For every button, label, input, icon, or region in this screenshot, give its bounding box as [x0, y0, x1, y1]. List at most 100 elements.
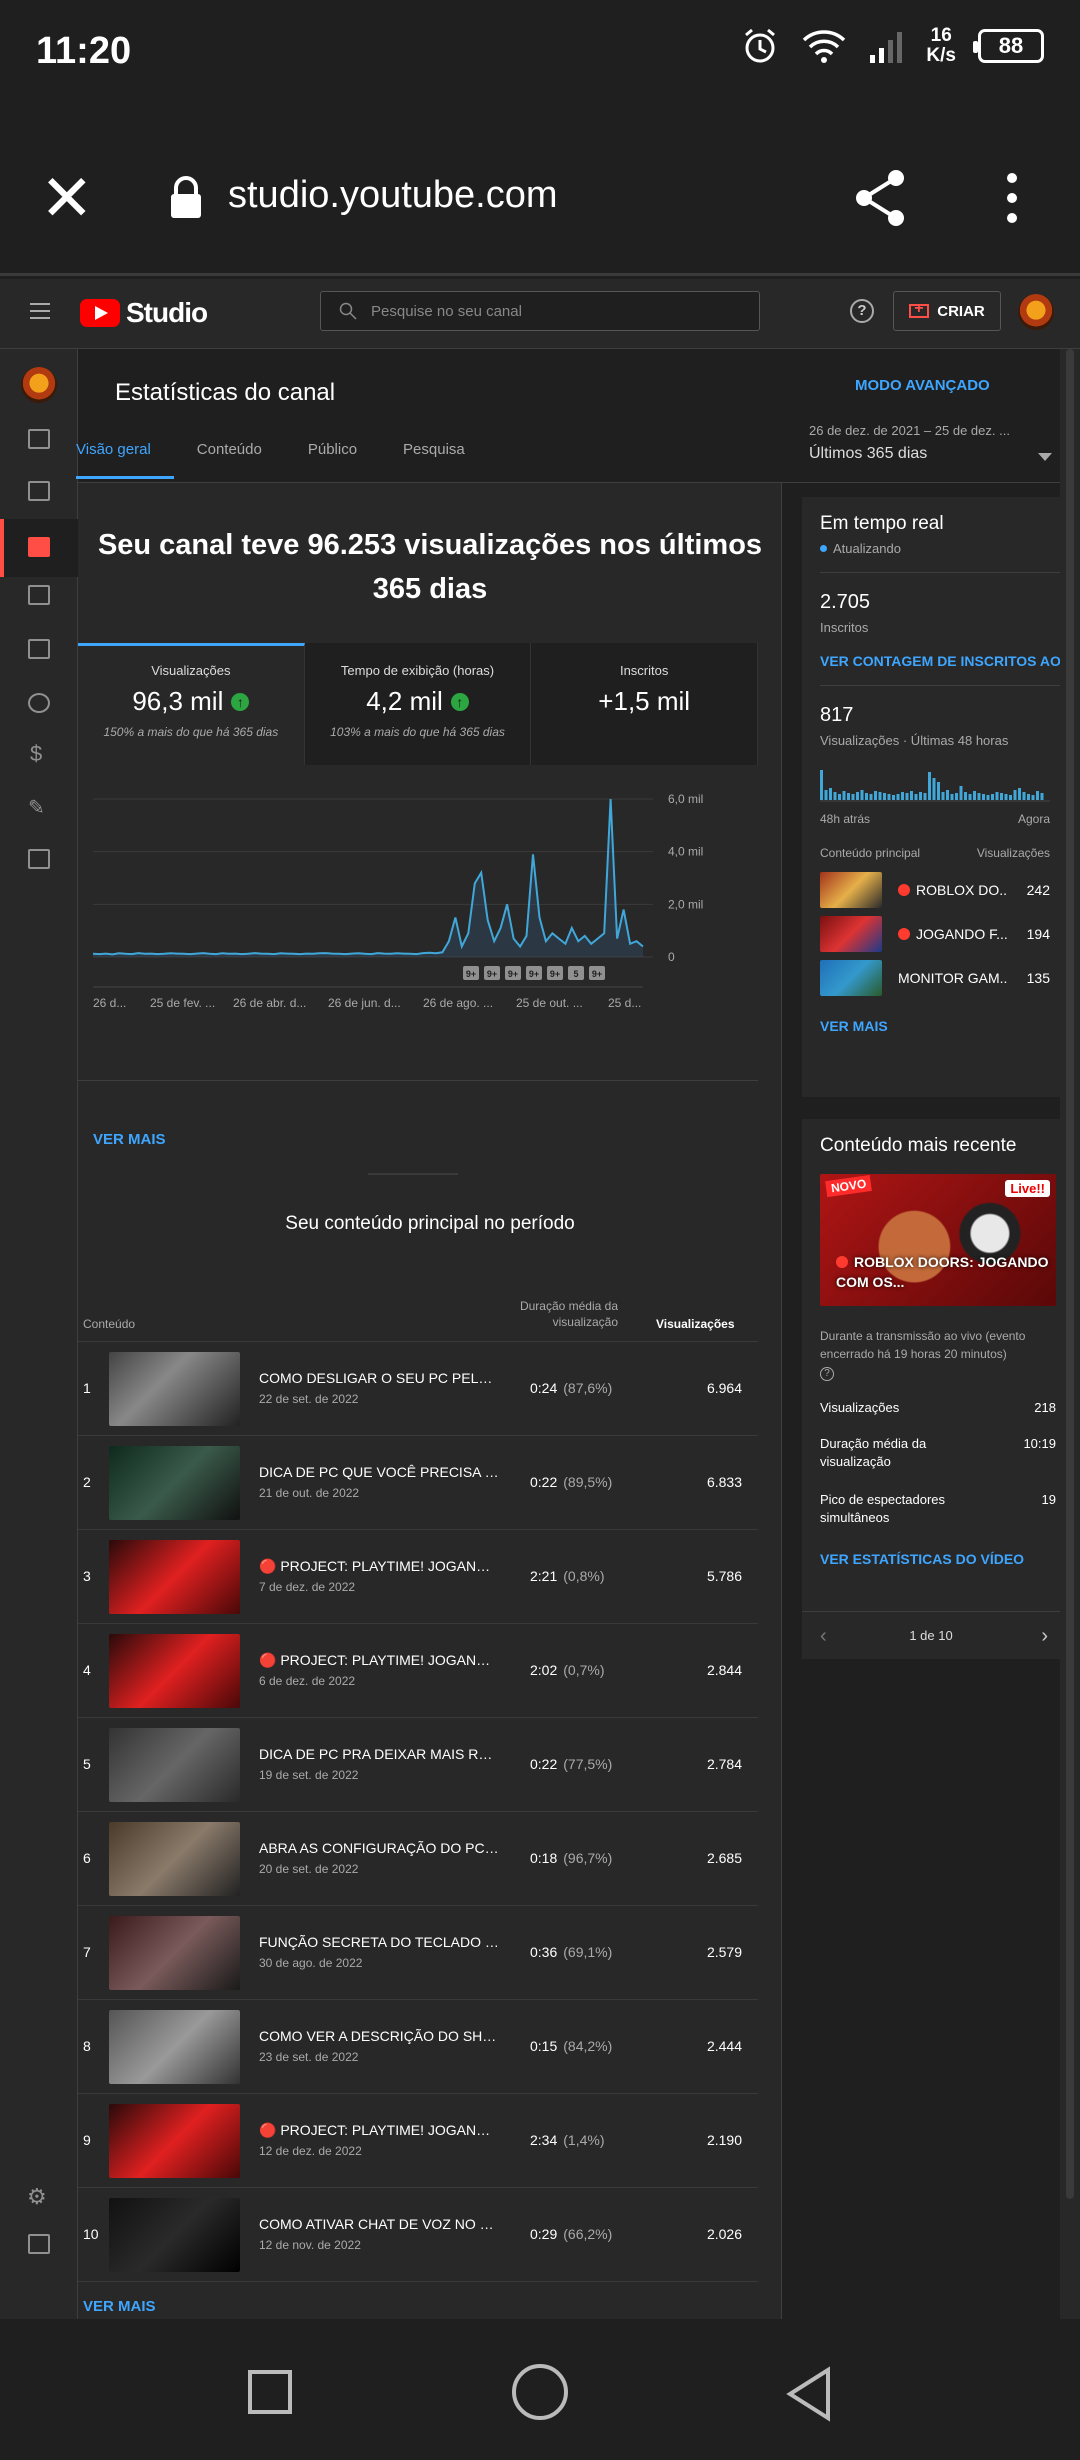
- kpi-watch-time[interactable]: Tempo de exibição (horas) 4,2 mil ↑ 103% …: [305, 643, 532, 765]
- video-title[interactable]: 🔴 PROJECT: PLAYTIME! JOGANDO...: [259, 2122, 499, 2139]
- tab-content[interactable]: Conteúdo: [174, 441, 285, 479]
- table-row[interactable]: 3 🔴 PROJECT: PLAYTIME! JOGANDO... 7 de dez…: [78, 1529, 758, 1623]
- axis-start: 48h atrás: [820, 812, 871, 826]
- overview-panel: Seu canal teve 96.253 visualizações nos …: [78, 483, 782, 2319]
- tab-overview[interactable]: Visão geral: [76, 441, 174, 479]
- video-title[interactable]: DICA DE PC QUE VOCÊ PRECISA SA...: [259, 1464, 499, 1480]
- video-title[interactable]: FUNÇÃO SECRETA DO TECLADO P4...: [259, 1934, 499, 1950]
- search-input[interactable]: Pesquise no seu canal: [320, 291, 760, 331]
- analytics-nav-item[interactable]: [0, 519, 78, 577]
- live-subs-link[interactable]: VER CONTAGEM DE INSCRITOS AO VIVO: [802, 653, 1060, 669]
- x-tick-label: 26 de jun. d...: [328, 996, 401, 1010]
- date-range[interactable]: 26 de dez. de 2021 – 25 de dez. ...: [809, 423, 1010, 438]
- help-icon[interactable]: ?: [850, 299, 874, 323]
- copyright-icon[interactable]: [28, 693, 50, 713]
- table-row[interactable]: 5 DICA DE PC PRA DEIXAR MAIS RAPI... 19 de…: [78, 1717, 758, 1811]
- col-views-header[interactable]: Visualizações: [656, 1317, 735, 1331]
- advanced-mode-link[interactable]: MODO AVANÇADO: [855, 377, 990, 394]
- feedback-icon[interactable]: [28, 2234, 50, 2254]
- tab-research[interactable]: Pesquisa: [380, 441, 488, 479]
- url-field[interactable]: studio.youtube.com: [228, 174, 558, 217]
- views-line-chart[interactable]: 6,0 mil 4,0 mil 2,0 mil 0 9+ 9+ 9+ 9+ 9+ 5 9+ 26 d.…: [78, 765, 758, 1081]
- channel-avatar[interactable]: [21, 367, 57, 403]
- updating-label: Atualizando: [833, 541, 901, 556]
- help-icon[interactable]: ?: [820, 1367, 834, 1381]
- audio-library-icon[interactable]: [28, 849, 50, 869]
- list-item[interactable]: JOGANDO F... 194: [802, 912, 1060, 956]
- table-row[interactable]: 1 COMO DESLIGAR O SEU PC PELO E... 22 de s…: [78, 1341, 758, 1435]
- video-title[interactable]: 🔴 PROJECT: PLAYTIME! JOGANDO...: [259, 1652, 499, 1669]
- col-duration-header[interactable]: Duração média da visualização: [508, 1298, 618, 1330]
- comments-icon[interactable]: [28, 585, 50, 605]
- customization-icon[interactable]: ✎: [28, 795, 45, 820]
- table-row[interactable]: 10 COMO ATIVAR CHAT DE VOZ NO RO... 12 de …: [78, 2187, 758, 2281]
- menu-icon[interactable]: [30, 303, 50, 324]
- video-thumbnail[interactable]: [109, 1352, 240, 1426]
- video-title[interactable]: DICA DE PC PRA DEIXAR MAIS RAPI...: [259, 1746, 499, 1762]
- video-thumbnail[interactable]: [109, 2010, 240, 2084]
- subtitles-icon[interactable]: [28, 639, 50, 659]
- home-button[interactable]: [512, 2364, 568, 2420]
- kpi-subscribers[interactable]: Inscritos +1,5 mil: [531, 643, 759, 765]
- create-button[interactable]: CRIAR: [893, 291, 1001, 331]
- scrollbar[interactable]: [1066, 349, 1074, 2199]
- video-thumbnail[interactable]: [109, 2198, 240, 2272]
- video-date: 21 de out. de 2022: [259, 1486, 360, 1500]
- video-thumbnail[interactable]: [109, 1822, 240, 1896]
- realtime-bar: [968, 794, 972, 800]
- video-title[interactable]: COMO ATIVAR CHAT DE VOZ NO RO...: [259, 2216, 499, 2232]
- video-thumbnail[interactable]: [109, 1446, 240, 1520]
- date-preset[interactable]: Últimos 365 dias: [809, 445, 927, 463]
- table-row[interactable]: 2 DICA DE PC QUE VOCÊ PRECISA SA... 21 de …: [78, 1435, 758, 1529]
- share-icon[interactable]: [850, 166, 914, 230]
- next-icon[interactable]: ›: [1041, 1612, 1048, 1660]
- row-rank: 3: [83, 1568, 91, 1584]
- video-title[interactable]: ABRA AS CONFIGURAÇÃO DO PC R...: [259, 1840, 499, 1856]
- see-more-content-link[interactable]: VER MAIS: [83, 2298, 156, 2315]
- video-thumbnail[interactable]: [109, 1540, 240, 1614]
- realtime-bar: [941, 792, 945, 800]
- table-row[interactable]: 8 COMO VER A DESCRIÇÃO DO SHOR... 23 de se…: [78, 1999, 758, 2093]
- realtime-bar: [833, 792, 837, 800]
- table-row[interactable]: 9 🔴 PROJECT: PLAYTIME! JOGANDO... 12 de de…: [78, 2093, 758, 2187]
- studio-logo[interactable]: Studio: [80, 297, 208, 329]
- settings-icon[interactable]: ⚙: [27, 2184, 47, 2210]
- video-thumbnail[interactable]: [109, 1916, 240, 1990]
- video-title[interactable]: 🔴 PROJECT: PLAYTIME! JOGANDO...: [259, 1558, 499, 1575]
- back-button[interactable]: [784, 2366, 834, 2422]
- table-row[interactable]: 7 FUNÇÃO SECRETA DO TECLADO P4... 30 de ag…: [78, 1905, 758, 1999]
- account-avatar[interactable]: [1018, 294, 1054, 330]
- recents-button[interactable]: [248, 2370, 292, 2414]
- realtime-title: Em tempo real: [820, 513, 944, 534]
- avg-duration: 0:15 (84,2%): [530, 2038, 613, 2054]
- video-thumbnail[interactable]: [109, 1634, 240, 1708]
- video-date: 7 de dez. de 2022: [259, 1580, 356, 1594]
- recent-video-thumbnail[interactable]: NOVO Live!! ROBLOX DOORS: JOGANDO COM OS…: [820, 1174, 1056, 1306]
- video-date: 19 de set. de 2022: [259, 1768, 359, 1782]
- chevron-down-icon[interactable]: [1038, 453, 1052, 461]
- see-more-link[interactable]: VER MAIS: [93, 1131, 166, 1148]
- table-row[interactable]: 6 ABRA AS CONFIGURAÇÃO DO PC R... 20 de se…: [78, 1811, 758, 1905]
- tab-audience[interactable]: Público: [285, 441, 380, 479]
- prev-icon[interactable]: ‹: [820, 1612, 827, 1660]
- realtime-see-more[interactable]: VER MAIS: [802, 1018, 1060, 1034]
- realtime-bar: [874, 791, 877, 800]
- video-stats-link[interactable]: VER ESTATÍSTICAS DO VÍDEO: [802, 1551, 1024, 1567]
- realtime-bar-chart[interactable]: [802, 758, 1060, 808]
- table-row[interactable]: 4 🔴 PROJECT: PLAYTIME! JOGANDO... 6 de dez…: [78, 1623, 758, 1717]
- kpi-views[interactable]: Visualizações 96,3 mil ↑ 150% a mais do q…: [78, 643, 305, 765]
- list-item[interactable]: MONITOR GAM... 135: [802, 956, 1060, 1000]
- content-icon[interactable]: [28, 481, 50, 501]
- dashboard-icon[interactable]: [28, 429, 50, 449]
- more-vert-icon[interactable]: [1000, 166, 1024, 230]
- video-title[interactable]: COMO DESLIGAR O SEU PC PELO E...: [259, 1370, 499, 1386]
- video-marker-label: 5: [573, 969, 578, 979]
- list-item[interactable]: ROBLOX DO... 242: [802, 868, 1060, 912]
- video-thumbnail[interactable]: [109, 2104, 240, 2178]
- close-tab-icon[interactable]: ✕: [40, 166, 94, 230]
- analytics-main: Estatísticas do canal MODO AVANÇADO Visã…: [76, 349, 1060, 2319]
- earn-icon[interactable]: $: [30, 741, 42, 767]
- video-thumbnail[interactable]: [109, 1728, 240, 1802]
- video-title[interactable]: COMO VER A DESCRIÇÃO DO SHOR...: [259, 2028, 499, 2044]
- realtime-bar: [1013, 790, 1017, 800]
